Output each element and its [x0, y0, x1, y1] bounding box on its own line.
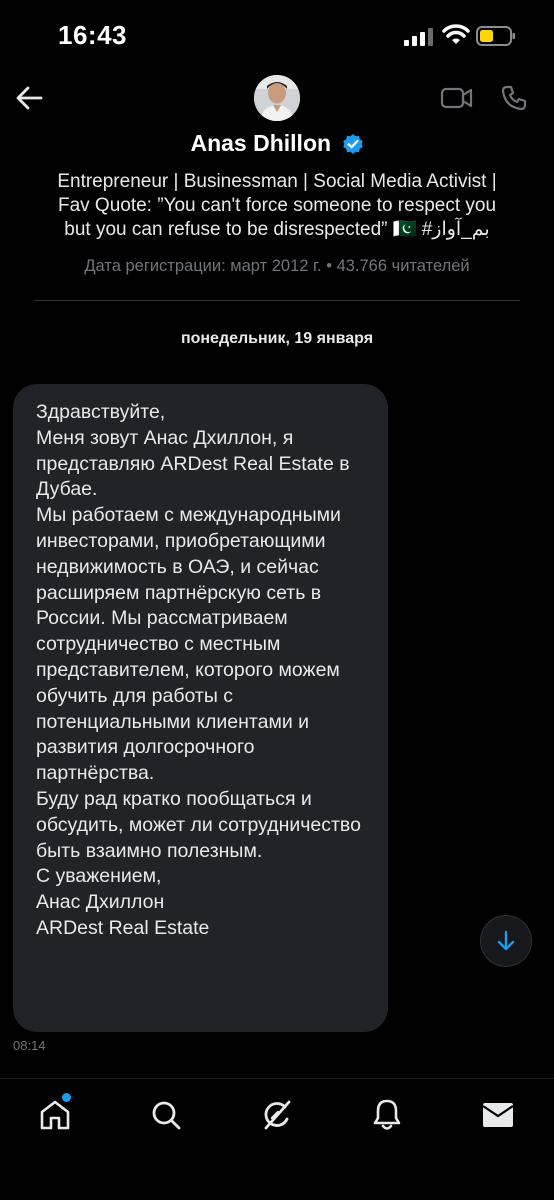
message-text: Здравствуйте, Меня зовут Анас Дхиллон, я…	[36, 401, 361, 939]
message-bubble[interactable]: Здравствуйте, Меня зовут Анас Дхиллон, я…	[13, 384, 388, 1032]
profile-name[interactable]: Anas Dhillon	[190, 130, 331, 156]
notification-dot	[62, 1093, 71, 1102]
grok-icon	[264, 1100, 291, 1130]
bell-icon	[373, 1099, 401, 1130]
mail-icon	[482, 1103, 514, 1127]
nav-grok[interactable]	[257, 1095, 297, 1135]
profile-joined-info: Дата регистрации: март 2012 г. • 43.766 …	[84, 257, 470, 275]
back-arrow-icon[interactable]	[14, 84, 44, 112]
date-separator: понедельник, 19 января	[180, 330, 374, 347]
verified-badge-icon	[342, 133, 363, 154]
nav-messages[interactable]	[478, 1095, 518, 1135]
battery-icon	[476, 26, 515, 46]
profile-bio: Entrepreneur | Businessman | Social Medi…	[57, 171, 497, 240]
home-icon	[40, 1100, 70, 1130]
message-timestamp: 08:14	[13, 1038, 46, 1053]
search-icon	[152, 1101, 181, 1130]
divider	[34, 300, 520, 301]
phone-icon[interactable]	[500, 84, 528, 112]
nav-home[interactable]	[35, 1093, 75, 1135]
wifi-icon	[442, 24, 470, 44]
status-time: 16:43	[58, 20, 127, 50]
profile-name-row: Anas Dhillon	[0, 130, 554, 157]
scroll-to-bottom-button[interactable]	[480, 915, 532, 967]
avatar[interactable]	[254, 75, 300, 121]
video-call-icon[interactable]	[440, 86, 474, 110]
cellular-signal-icon	[404, 28, 433, 46]
bottom-nav	[0, 1078, 554, 1200]
nav-notifications[interactable]	[367, 1095, 407, 1135]
nav-search[interactable]	[146, 1095, 186, 1135]
arrow-down-icon	[497, 930, 515, 951]
